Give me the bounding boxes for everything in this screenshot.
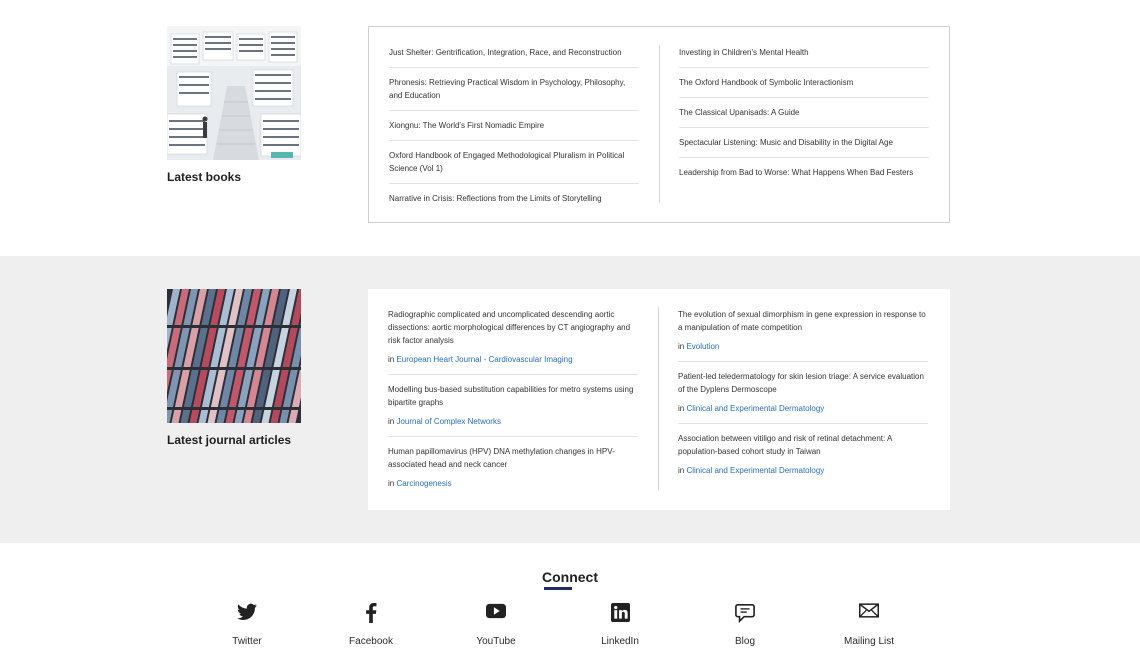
- facebook-link[interactable]: Facebook: [316, 603, 426, 649]
- youtube-icon: [441, 603, 551, 625]
- youtube-link[interactable]: YouTube: [441, 603, 551, 649]
- linkedin-label: LinkedIn: [601, 636, 639, 647]
- book-title-link[interactable]: The Oxford Handbook of Symbolic Interact…: [679, 78, 853, 87]
- article-journal: in Carcinogenesis: [388, 477, 638, 490]
- book-title-link[interactable]: Xiongnu: The World's First Nomadic Empir…: [389, 121, 544, 130]
- books-right-column: Investing in Children's Mental Health Th…: [679, 46, 929, 195]
- article-journal: in Clinical and Experimental Dermatology: [678, 464, 928, 477]
- in-prefix: in: [388, 479, 395, 488]
- article-item: Association between vitiligo and risk of…: [678, 432, 928, 485]
- twitter-icon: [192, 603, 302, 625]
- blog-link[interactable]: Blog: [690, 603, 800, 649]
- book-item: Phronesis: Retrieving Practical Wisdom i…: [389, 76, 639, 111]
- mailing-list-link[interactable]: Mailing List: [814, 603, 924, 649]
- article-item: Patient-led teledermatology for skin les…: [678, 370, 928, 424]
- books-left-column: Just Shelter: Gentrification, Integratio…: [389, 46, 639, 221]
- articles-left-column: Radiographic complicated and uncomplicat…: [388, 308, 638, 506]
- latest-articles-section: Latest journal articles Radiographic com…: [0, 256, 1140, 543]
- article-title-link[interactable]: Patient-led teledermatology for skin les…: [678, 370, 928, 396]
- article-item: Modelling bus-based substitution capabil…: [388, 383, 638, 437]
- book-title-link[interactable]: Investing in Children's Mental Health: [679, 48, 809, 57]
- in-prefix: in: [678, 342, 685, 351]
- connect-heading: Connect: [542, 569, 598, 585]
- twitter-link[interactable]: Twitter: [192, 603, 302, 649]
- article-title-link[interactable]: Human papillomavirus (HPV) DNA methylati…: [388, 445, 638, 471]
- facebook-label: Facebook: [349, 636, 393, 647]
- article-item: The evolution of sexual dimorphism in ge…: [678, 308, 928, 362]
- linkedin-link[interactable]: LinkedIn: [565, 603, 675, 649]
- connect-section: Connect Twitter Facebook YouTube LinkedI…: [0, 543, 1140, 670]
- blog-label: Blog: [734, 636, 755, 647]
- book-item: Leadership from Bad to Worse: What Happe…: [679, 166, 929, 187]
- twitter-label: Twitter: [232, 636, 262, 647]
- book-title-link[interactable]: Spectacular Listening: Music and Disabil…: [679, 138, 893, 147]
- article-journal: in Clinical and Experimental Dermatology: [678, 402, 928, 415]
- journal-link[interactable]: Carcinogenesis: [396, 479, 451, 488]
- article-title-link[interactable]: Radiographic complicated and uncomplicat…: [388, 308, 638, 347]
- in-prefix: in: [678, 404, 685, 413]
- journals-photo-image[interactable]: [167, 289, 301, 423]
- latest-books-link[interactable]: Latest books: [167, 170, 241, 184]
- latest-books-panel: Just Shelter: Gentrification, Integratio…: [368, 26, 950, 223]
- book-title-link[interactable]: The Classical Upaniṣads: A Guide: [679, 108, 800, 117]
- in-prefix: in: [388, 355, 395, 364]
- book-item: Xiongnu: The World's First Nomadic Empir…: [389, 119, 639, 141]
- book-item: Just Shelter: Gentrification, Integratio…: [389, 46, 639, 68]
- article-title-link[interactable]: Modelling bus-based substitution capabil…: [388, 383, 638, 409]
- article-item: Human papillomavirus (HPV) DNA methylati…: [388, 445, 638, 498]
- articles-right-column: The evolution of sexual dimorphism in ge…: [678, 308, 928, 493]
- journal-link[interactable]: Journal of Complex Networks: [396, 417, 500, 426]
- mail-icon: [814, 603, 924, 625]
- journal-link[interactable]: Clinical and Experimental Dermatology: [686, 404, 824, 413]
- book-title-link[interactable]: Phronesis: Retrieving Practical Wisdom i…: [389, 78, 625, 100]
- article-item: Radiographic complicated and uncomplicat…: [388, 308, 638, 375]
- linkedin-icon: [565, 603, 675, 625]
- youtube-label: YouTube: [476, 636, 516, 647]
- book-item: The Oxford Handbook of Symbolic Interact…: [679, 76, 929, 98]
- blog-icon: [690, 603, 800, 625]
- facebook-icon: [316, 603, 426, 625]
- mailing-list-label: Mailing List: [843, 636, 895, 647]
- latest-books-section: Latest books Just Shelter: Gentrificatio…: [0, 0, 1140, 256]
- journal-link[interactable]: European Heart Journal - Cardiovascular …: [396, 355, 572, 364]
- book-title-link[interactable]: Leadership from Bad to Worse: What Happe…: [679, 168, 913, 177]
- journal-link[interactable]: Clinical and Experimental Dermatology: [686, 466, 824, 475]
- book-item: Oxford Handbook of Engaged Methodologica…: [389, 149, 639, 184]
- book-item: The Classical Upaniṣads: A Guide: [679, 106, 929, 128]
- article-journal: in European Heart Journal - Cardiovascul…: [388, 353, 638, 366]
- journal-link[interactable]: Evolution: [686, 342, 719, 351]
- library-photo-image[interactable]: [167, 26, 301, 160]
- in-prefix: in: [388, 417, 395, 426]
- in-prefix: in: [678, 466, 685, 475]
- article-journal: in Journal of Complex Networks: [388, 415, 638, 428]
- book-title-link[interactable]: Narrative in Crisis: Reflections from th…: [389, 194, 602, 203]
- connect-underline: [544, 587, 572, 590]
- book-title-link[interactable]: Oxford Handbook of Engaged Methodologica…: [389, 151, 624, 173]
- latest-books-label[interactable]: Latest books: [167, 170, 241, 184]
- book-title-link[interactable]: Just Shelter: Gentrification, Integratio…: [389, 48, 622, 57]
- article-title-link[interactable]: The evolution of sexual dimorphism in ge…: [678, 308, 928, 334]
- book-item: Spectacular Listening: Music and Disabil…: [679, 136, 929, 158]
- book-item: Narrative in Crisis: Reflections from th…: [389, 192, 639, 213]
- article-title-link[interactable]: Association between vitiligo and risk of…: [678, 432, 928, 458]
- latest-articles-label[interactable]: Latest journal articles: [167, 433, 291, 447]
- latest-articles-panel: Radiographic complicated and uncomplicat…: [368, 289, 950, 510]
- column-divider: [658, 307, 659, 490]
- column-divider: [659, 45, 660, 203]
- article-journal: in Evolution: [678, 340, 928, 353]
- latest-articles-link[interactable]: Latest journal articles: [167, 433, 291, 447]
- book-item: Investing in Children's Mental Health: [679, 46, 929, 68]
